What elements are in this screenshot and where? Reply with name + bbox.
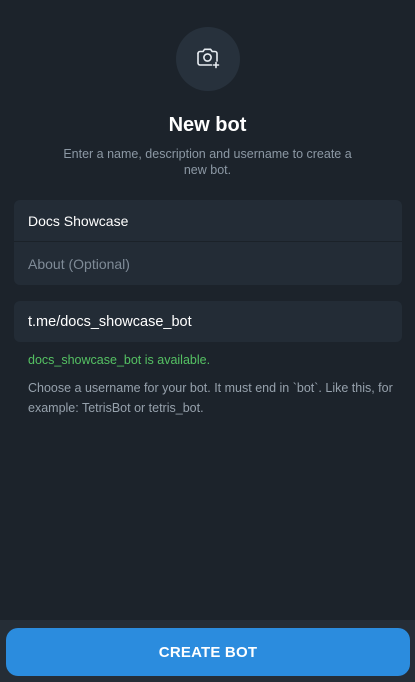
availability-status: docs_showcase_bot is available.: [28, 353, 211, 367]
page-title: New bot: [168, 114, 247, 136]
username-card: t.me/docs_showcase_bot: [14, 301, 402, 342]
camera-plus-icon: [195, 44, 221, 75]
username-hint: Choose a username for your bot. It must …: [28, 381, 393, 415]
bot-name-field[interactable]: Docs Showcase: [14, 200, 402, 242]
bot-info-card: Docs Showcase About (Optional): [14, 200, 402, 285]
set-photo-button[interactable]: [176, 27, 240, 91]
create-bot-button[interactable]: CREATE BOT: [6, 628, 410, 676]
username-field[interactable]: t.me/docs_showcase_bot: [14, 301, 402, 342]
about-field[interactable]: About (Optional): [14, 242, 402, 285]
page-subtitle: Enter a name, description and username t…: [63, 147, 352, 177]
